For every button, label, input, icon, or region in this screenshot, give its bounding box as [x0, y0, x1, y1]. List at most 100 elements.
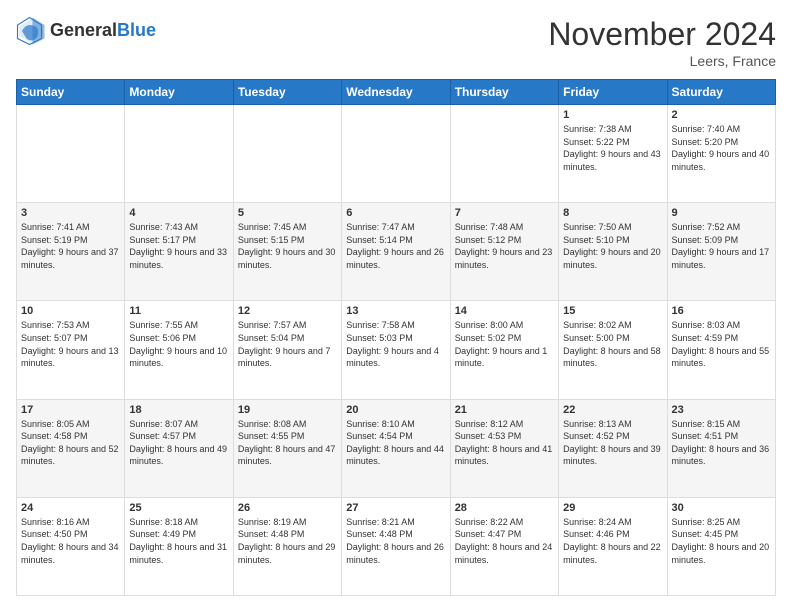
logo-icon [16, 16, 46, 46]
logo-text: GeneralBlue [50, 21, 156, 41]
day-number: 18 [129, 404, 228, 416]
col-thursday: Thursday [450, 80, 558, 105]
calendar-cell: 12 Sunrise: 7:57 AM Sunset: 5:04 PM Dayli… [233, 301, 341, 399]
day-number: 2 [672, 109, 771, 121]
calendar-cell [342, 105, 450, 203]
calendar-cell: 14 Sunrise: 8:00 AM Sunset: 5:02 PM Dayli… [450, 301, 558, 399]
header: GeneralBlue November 2024 Leers, France [16, 16, 776, 69]
day-number: 19 [238, 404, 337, 416]
day-number: 4 [129, 207, 228, 219]
day-number: 28 [455, 502, 554, 514]
calendar-cell: 23Sunrise: 8:15 AM Sunset: 4:51 PM Dayli… [667, 399, 775, 497]
day-info: Sunrise: 8:22 AM Sunset: 4:47 PM Dayligh… [455, 516, 554, 566]
day-number: 30 [672, 502, 771, 514]
calendar-cell [233, 105, 341, 203]
day-info: Sunrise: 7:41 AM Sunset: 5:19 PM Dayligh… [21, 221, 120, 271]
day-number: 13 [346, 305, 445, 317]
day-info: Sunrise: 8:12 AM Sunset: 4:53 PM Dayligh… [455, 418, 554, 468]
calendar-cell [125, 105, 233, 203]
calendar-cell: 6 Sunrise: 7:47 AM Sunset: 5:14 PM Daylig… [342, 203, 450, 301]
day-number: 1 [563, 109, 662, 121]
day-info: Sunrise: 7:48 AM Sunset: 5:12 PM Dayligh… [455, 221, 554, 271]
calendar-cell: 4Sunrise: 7:43 AM Sunset: 5:17 PM Daylig… [125, 203, 233, 301]
col-tuesday: Tuesday [233, 80, 341, 105]
day-number: 5 [238, 207, 337, 219]
day-info: Sunrise: 7:55 AM Sunset: 5:06 PM Dayligh… [129, 319, 228, 369]
calendar-cell: 18 Sunrise: 8:07 AM Sunset: 4:57 PM Dayli… [125, 399, 233, 497]
day-info: Sunrise: 7:38 AM Sunset: 5:22 PM Dayligh… [563, 123, 662, 173]
day-info: Sunrise: 8:02 AM Sunset: 5:00 PM Dayligh… [563, 319, 662, 369]
day-info: Sunrise: 8:15 AM Sunset: 4:51 PM Dayligh… [672, 418, 771, 468]
day-info: Sunrise: 8:13 AM Sunset: 4:52 PM Dayligh… [563, 418, 662, 468]
calendar-header-row: Sunday Monday Tuesday Wednesday Thursday… [17, 80, 776, 105]
day-info: Sunrise: 7:52 AM Sunset: 5:09 PM Dayligh… [672, 221, 771, 271]
day-info: Sunrise: 8:03 AM Sunset: 4:59 PM Dayligh… [672, 319, 771, 369]
day-info: Sunrise: 8:21 AM Sunset: 4:48 PM Dayligh… [346, 516, 445, 566]
day-number: 11 [129, 305, 228, 317]
day-number: 17 [21, 404, 120, 416]
calendar-cell: 15 Sunrise: 8:02 AM Sunset: 5:00 PM Dayli… [559, 301, 667, 399]
calendar-week-1: 1 Sunrise: 7:38 AM Sunset: 5:22 PM Daylig… [17, 105, 776, 203]
calendar-cell: 26 Sunrise: 8:19 AM Sunset: 4:48 PM Dayli… [233, 497, 341, 595]
day-number: 3 [21, 207, 120, 219]
calendar-cell: 5 Sunrise: 7:45 AM Sunset: 5:15 PM Daylig… [233, 203, 341, 301]
day-info: Sunrise: 7:45 AM Sunset: 5:15 PM Dayligh… [238, 221, 337, 271]
calendar-cell: 20 Sunrise: 8:10 AM Sunset: 4:54 PM Dayli… [342, 399, 450, 497]
calendar-cell: 1 Sunrise: 7:38 AM Sunset: 5:22 PM Daylig… [559, 105, 667, 203]
day-number: 14 [455, 305, 554, 317]
calendar-cell: 24 Sunrise: 8:16 AM Sunset: 4:50 PM Dayli… [17, 497, 125, 595]
location: Leers, France [548, 53, 776, 69]
day-number: 16 [672, 305, 771, 317]
calendar-cell: 7 Sunrise: 7:48 AM Sunset: 5:12 PM Daylig… [450, 203, 558, 301]
day-info: Sunrise: 7:53 AM Sunset: 5:07 PM Dayligh… [21, 319, 120, 369]
calendar-table: Sunday Monday Tuesday Wednesday Thursday… [16, 79, 776, 596]
page: GeneralBlue November 2024 Leers, France … [0, 0, 792, 612]
day-info: Sunrise: 8:10 AM Sunset: 4:54 PM Dayligh… [346, 418, 445, 468]
col-saturday: Saturday [667, 80, 775, 105]
day-number: 25 [129, 502, 228, 514]
day-number: 21 [455, 404, 554, 416]
day-info: Sunrise: 7:57 AM Sunset: 5:04 PM Dayligh… [238, 319, 337, 369]
calendar-cell: 29 Sunrise: 8:24 AM Sunset: 4:46 PM Dayli… [559, 497, 667, 595]
day-info: Sunrise: 8:25 AM Sunset: 4:45 PM Dayligh… [672, 516, 771, 566]
calendar-cell: 27Sunrise: 8:21 AM Sunset: 4:48 PM Dayli… [342, 497, 450, 595]
calendar-week-2: 3 Sunrise: 7:41 AM Sunset: 5:19 PM Daylig… [17, 203, 776, 301]
day-info: Sunrise: 8:24 AM Sunset: 4:46 PM Dayligh… [563, 516, 662, 566]
col-friday: Friday [559, 80, 667, 105]
day-info: Sunrise: 8:05 AM Sunset: 4:58 PM Dayligh… [21, 418, 120, 468]
calendar-cell [17, 105, 125, 203]
day-info: Sunrise: 7:47 AM Sunset: 5:14 PM Dayligh… [346, 221, 445, 271]
calendar-cell: 10 Sunrise: 7:53 AM Sunset: 5:07 PM Dayli… [17, 301, 125, 399]
calendar-cell: 2 Sunrise: 7:40 AM Sunset: 5:20 PM Daylig… [667, 105, 775, 203]
col-wednesday: Wednesday [342, 80, 450, 105]
day-number: 8 [563, 207, 662, 219]
day-info: Sunrise: 8:07 AM Sunset: 4:57 PM Dayligh… [129, 418, 228, 468]
day-number: 7 [455, 207, 554, 219]
day-number: 6 [346, 207, 445, 219]
day-info: Sunrise: 8:18 AM Sunset: 4:49 PM Dayligh… [129, 516, 228, 566]
day-number: 26 [238, 502, 337, 514]
col-sunday: Sunday [17, 80, 125, 105]
calendar-cell [450, 105, 558, 203]
day-info: Sunrise: 8:19 AM Sunset: 4:48 PM Dayligh… [238, 516, 337, 566]
calendar-cell: 19Sunrise: 8:08 AM Sunset: 4:55 PM Dayli… [233, 399, 341, 497]
day-info: Sunrise: 8:00 AM Sunset: 5:02 PM Dayligh… [455, 319, 554, 369]
day-number: 10 [21, 305, 120, 317]
calendar-cell: 9Sunrise: 7:52 AM Sunset: 5:09 PM Daylig… [667, 203, 775, 301]
day-info: Sunrise: 8:16 AM Sunset: 4:50 PM Dayligh… [21, 516, 120, 566]
day-number: 24 [21, 502, 120, 514]
day-number: 15 [563, 305, 662, 317]
calendar-cell: 28 Sunrise: 8:22 AM Sunset: 4:47 PM Dayli… [450, 497, 558, 595]
calendar-cell: 16 Sunrise: 8:03 AM Sunset: 4:59 PM Dayli… [667, 301, 775, 399]
logo-blue: Blue [117, 21, 156, 41]
calendar-cell: 13Sunrise: 7:58 AM Sunset: 5:03 PM Dayli… [342, 301, 450, 399]
calendar-cell: 3 Sunrise: 7:41 AM Sunset: 5:19 PM Daylig… [17, 203, 125, 301]
day-number: 29 [563, 502, 662, 514]
day-number: 20 [346, 404, 445, 416]
calendar-cell: 25 Sunrise: 8:18 AM Sunset: 4:49 PM Dayli… [125, 497, 233, 595]
day-number: 12 [238, 305, 337, 317]
day-info: Sunrise: 7:40 AM Sunset: 5:20 PM Dayligh… [672, 123, 771, 173]
col-monday: Monday [125, 80, 233, 105]
calendar-cell: 11 Sunrise: 7:55 AM Sunset: 5:06 PM Dayli… [125, 301, 233, 399]
calendar-week-4: 17 Sunrise: 8:05 AM Sunset: 4:58 PM Dayli… [17, 399, 776, 497]
